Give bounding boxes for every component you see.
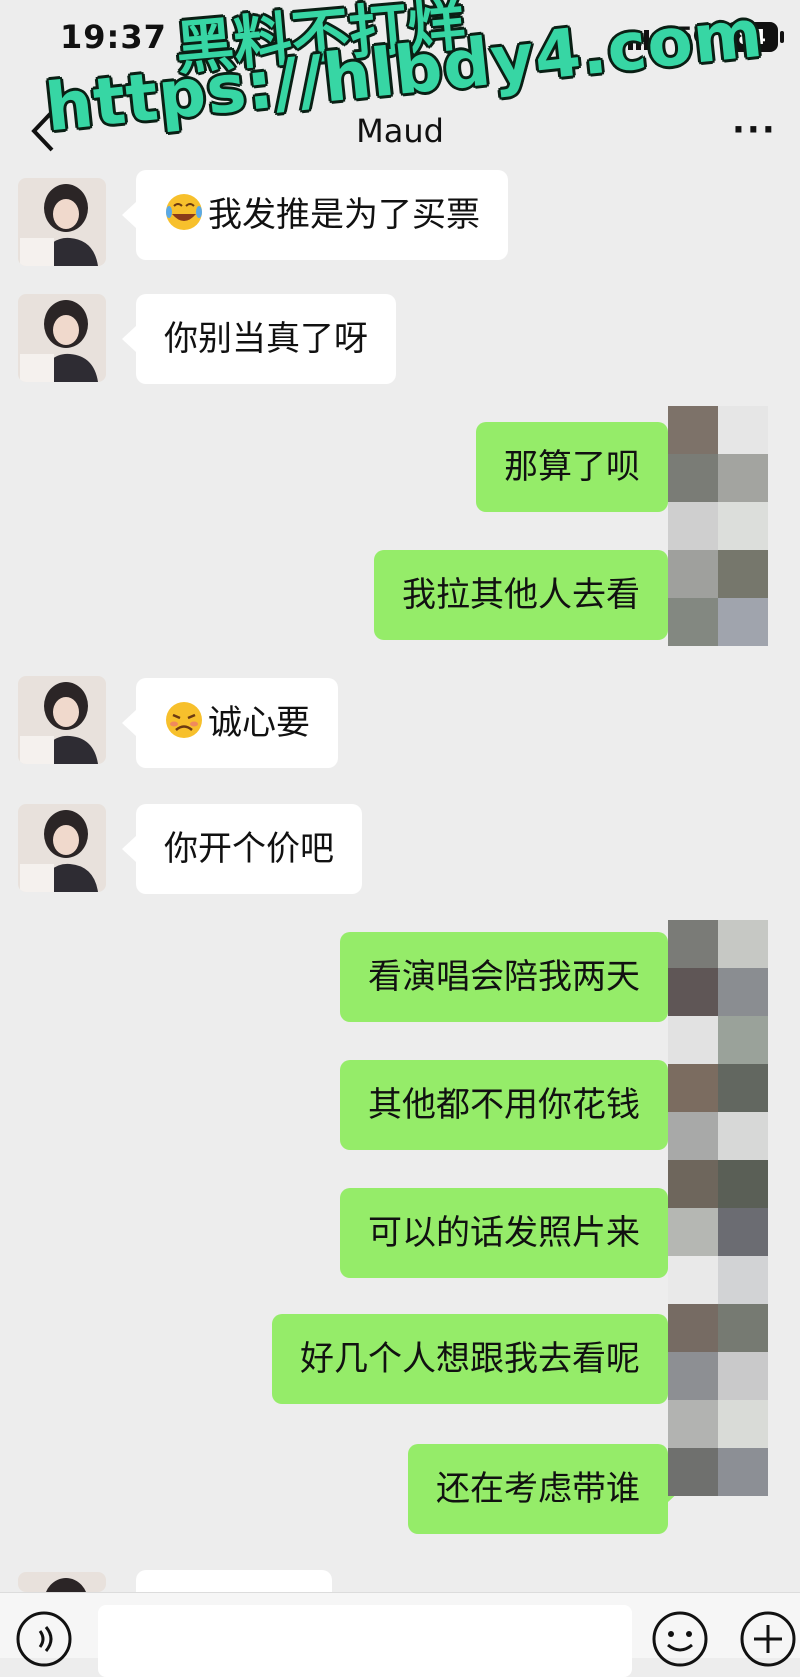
message-input[interactable] <box>98 1605 632 1677</box>
incoming-message[interactable]: 我发推是为了买票 <box>122 170 508 260</box>
more-options-button[interactable]: ··· <box>732 110 777 150</box>
status-time: 19:37 <box>60 18 167 56</box>
more-functions-button[interactable] <box>738 1609 798 1669</box>
outgoing-message[interactable]: 我拉其他人去看 <box>374 550 682 640</box>
contact-avatar[interactable] <box>18 676 106 764</box>
contact-avatar[interactable] <box>18 294 106 382</box>
outgoing-message[interactable]: 看演唱会陪我两天 <box>340 932 682 1022</box>
input-bar <box>0 1592 800 1677</box>
incoming-message[interactable] <box>136 1570 332 1592</box>
emoji-button[interactable] <box>650 1609 710 1669</box>
self-avatar-pixelated <box>668 406 768 646</box>
contact-avatar[interactable] <box>18 1572 106 1592</box>
message-text: 可以的话发照片来 <box>368 1213 640 1253</box>
tears-of-joy-emoji-icon <box>166 194 202 230</box>
message-text: 那算了呗 <box>504 447 640 487</box>
contact-avatar[interactable] <box>18 178 106 266</box>
message-text: 好几个人想跟我去看呢 <box>300 1339 640 1379</box>
outgoing-message[interactable]: 还在考虑带谁 <box>408 1444 682 1534</box>
contact-avatar[interactable] <box>18 804 106 892</box>
voice-input-button[interactable] <box>14 1609 74 1669</box>
message-text: 我拉其他人去看 <box>402 575 640 615</box>
incoming-message[interactable]: 诚心要 <box>122 678 338 768</box>
outgoing-message[interactable]: 那算了呗 <box>476 422 682 512</box>
persevering-face-emoji-icon <box>166 702 202 738</box>
message-text: 我发推是为了买票 <box>208 195 480 235</box>
message-text: 其他都不用你花钱 <box>368 1085 640 1125</box>
message-text: 诚心要 <box>208 703 310 743</box>
outgoing-message[interactable]: 可以的话发照片来 <box>340 1188 682 1278</box>
outgoing-message[interactable]: 其他都不用你花钱 <box>340 1060 682 1150</box>
incoming-message[interactable]: 你别当真了呀 <box>122 294 396 384</box>
message-text: 看演唱会陪我两天 <box>368 957 640 997</box>
outgoing-message[interactable]: 好几个人想跟我去看呢 <box>272 1314 682 1404</box>
message-text: 还在考虑带谁 <box>436 1469 640 1509</box>
message-text: 你别当真了呀 <box>164 319 368 359</box>
self-avatar-pixelated <box>668 920 768 1496</box>
incoming-message[interactable]: 你开个价吧 <box>122 804 362 894</box>
message-text: 你开个价吧 <box>164 829 334 869</box>
